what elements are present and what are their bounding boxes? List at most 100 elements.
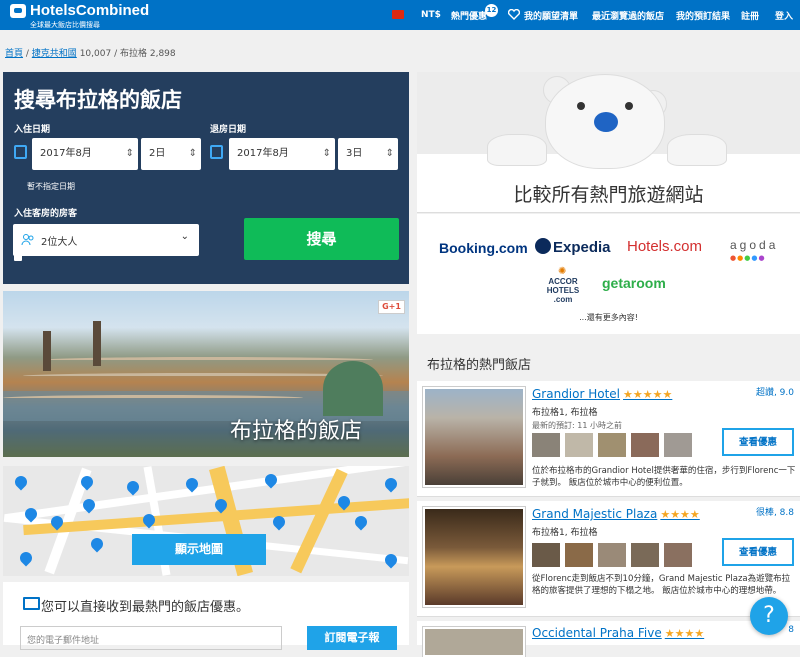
hotel-photo[interactable] (423, 387, 525, 487)
hotel-photo[interactable] (423, 627, 525, 657)
search-button[interactable]: 搜尋 (244, 218, 399, 260)
recently-viewed-link[interactable]: 最近瀏覽過的飯店 (592, 0, 664, 30)
hotel-description: 從Florenc走到飯店不到10分鐘，Grand Majestic Plaza為… (532, 574, 791, 596)
hotel-card[interactable]: Grand Majestic Plaza ★★★★ 很棒, 8.8 布拉格1, 布… (417, 501, 800, 617)
checkout-month-select[interactable]: 2017年8月 (229, 138, 335, 170)
accor-logo: ACCOR HOTELS .com (546, 277, 580, 304)
hotel-score: 8 (788, 625, 794, 635)
checkout-day-select[interactable]: 3日 (338, 138, 398, 170)
logo[interactable]: HotelsCombined (10, 2, 150, 19)
my-bookings-link[interactable]: 我的預訂結果 (676, 0, 730, 30)
breadcrumb: 首頁 / 捷克共和國 10,007 / 布拉格 2,898 (5, 49, 176, 59)
search-panel: 搜尋布拉格的飯店 入住日期 退房日期 2017年8月 2日 2017年8月 3日… (3, 72, 409, 284)
login-link[interactable]: 登入 (775, 0, 793, 30)
show-map-button[interactable]: 顯示地圖 (132, 534, 266, 565)
view-deal-button[interactable]: 查看優惠 (722, 428, 794, 456)
guests-icon (21, 234, 34, 246)
hotel-location: 布拉格1, 布拉格 (532, 408, 598, 418)
heart-icon (508, 9, 520, 20)
thumbnail[interactable] (598, 543, 626, 567)
city-count: 2,898 (149, 49, 176, 59)
thumbnail[interactable] (664, 543, 692, 567)
top-bar: HotelsCombined 全球最大飯店比價搜尋 NT$ 熱門優惠 12 我的… (0, 0, 800, 30)
map-pin-icon[interactable] (382, 475, 400, 493)
agoda-dots-icon: ●●●●● (730, 254, 766, 262)
flexible-dates-label: 暫不指定日期 (27, 182, 75, 191)
thumbnail[interactable] (598, 433, 626, 457)
thumbnail[interactable] (532, 543, 560, 567)
checkin-month-select[interactable]: 2017年8月 (32, 138, 138, 170)
hotel-card[interactable]: Occidental Praha Five ★★★★ 8 (417, 621, 800, 657)
thumbnail[interactable] (631, 433, 659, 457)
envelope-icon (23, 597, 40, 610)
hotel-thumbnails (532, 433, 692, 457)
expedia-logo: Expedia (553, 239, 611, 256)
breadcrumb-city: 布拉格 (119, 49, 147, 59)
green-dome (323, 361, 383, 416)
hotels-com-logo: Hotels.com (627, 238, 703, 255)
map-pin-icon[interactable] (262, 471, 280, 489)
logo-tagline: 全球最大飯店比價搜尋 (30, 21, 100, 29)
deals-count-badge: 12 (485, 4, 498, 17)
calendar-icon[interactable] (14, 145, 27, 159)
subscribe-button[interactable]: 訂閱電子報 (307, 626, 397, 650)
map-pin-icon[interactable] (124, 478, 142, 496)
guests-select[interactable]: 2位大人 ⌄ (13, 224, 199, 256)
view-deal-button[interactable]: 查看優惠 (722, 538, 794, 566)
hotel-name-link[interactable]: Grandior Hotel ★★★★★ (532, 387, 672, 401)
logo-text: HotelsCombined (30, 2, 150, 19)
hotel-location: 布拉格1, 布拉格 (532, 528, 598, 538)
checkin-day-select[interactable]: 2日 (141, 138, 201, 170)
logo-icon (10, 4, 26, 18)
register-link[interactable]: 註冊 (741, 0, 759, 30)
hotel-name-link[interactable]: Grand Majestic Plaza ★★★★ (532, 507, 700, 521)
hot-deals-link[interactable]: 熱門優惠 (451, 0, 487, 30)
thumbnail[interactable] (631, 543, 659, 567)
hotel-photo[interactable] (423, 507, 525, 607)
city-banner-image: G+1 布拉格的飯店 (3, 291, 409, 457)
chevron-down-icon: ⌄ (180, 231, 189, 242)
hotel-name-link[interactable]: Occidental Praha Five ★★★★ (532, 626, 704, 640)
popular-hotels-header: 布拉格的熱門飯店 (417, 345, 800, 381)
guests-value: 2位大人 (41, 237, 78, 248)
thumbnail[interactable] (565, 433, 593, 457)
bear-paw (667, 134, 727, 166)
breadcrumb-home[interactable]: 首頁 (5, 49, 23, 59)
thumbnail[interactable] (532, 433, 560, 457)
more-partners-text: ...還有更多內容! (579, 313, 638, 322)
bear-nose (594, 112, 618, 132)
bear-paw (487, 134, 547, 166)
guests-label: 入住客房的房客 (14, 209, 78, 219)
compare-heading: 比較所有熱門旅遊網站 (513, 184, 704, 206)
currency-selector[interactable]: NT$ (421, 0, 441, 30)
map-pin-icon[interactable] (17, 549, 35, 567)
hotel-score: 超讚, 9.0 (755, 388, 794, 398)
wishlist-link[interactable]: 我的願望清單 (524, 0, 578, 30)
hotel-card[interactable]: Grandior Hotel ★★★★★ 超讚, 9.0 布拉格1, 布拉格 最新… (417, 381, 800, 497)
email-input[interactable]: 您的電子郵件地址 (20, 626, 282, 650)
help-button[interactable]: ? (750, 597, 788, 635)
map-pin-icon[interactable] (352, 513, 370, 531)
map-pin-icon[interactable] (12, 473, 30, 491)
country-count: 10,007 (79, 49, 112, 59)
accor-icon: ✺ (558, 266, 567, 277)
booking-logo: Booking.com (439, 240, 528, 256)
star-rating: ★★★★ (664, 627, 705, 640)
recent-booking: 最新的預訂: 11 小時之前 (532, 421, 622, 430)
newsletter-title: 您可以直接收到最熱門的飯店優惠。 (41, 600, 250, 615)
popular-hotels-title: 布拉格的熱門飯店 (427, 358, 532, 373)
hotel-description: 位於布拉格市的Grandior Hotel提供奢華的住宿，步行到Florenc一… (532, 466, 796, 488)
agoda-logo: agoda (730, 238, 779, 252)
thumbnail[interactable] (565, 543, 593, 567)
taiwan-flag-icon[interactable] (392, 10, 404, 19)
star-rating: ★★★★★ (623, 388, 673, 401)
star-rating: ★★★★ (660, 508, 700, 521)
partner-logos: Booking.com Expedia Hotels.com agoda ●●●… (417, 214, 800, 334)
calendar-icon[interactable] (210, 145, 223, 159)
breadcrumb-country[interactable]: 捷克共和國 (32, 49, 77, 59)
compare-panel: 比較所有熱門旅遊網站 (417, 72, 800, 213)
google-plus-button[interactable]: G+1 (378, 300, 405, 314)
city-banner-title: 布拉格的飯店 (230, 419, 363, 444)
thumbnail[interactable] (664, 433, 692, 457)
map-pin-icon[interactable] (88, 535, 106, 553)
